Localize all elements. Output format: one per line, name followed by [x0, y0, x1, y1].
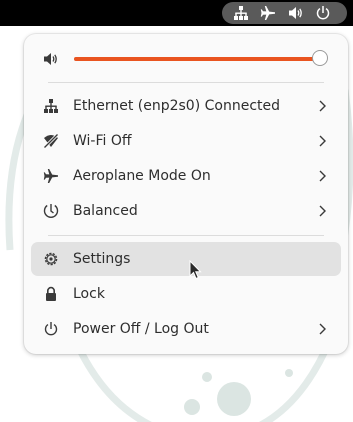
power-mode-item[interactable]: Balanced	[31, 194, 341, 228]
ethernet-item[interactable]: Ethernet (enp2s0) Connected	[31, 89, 341, 123]
chevron-right-icon	[317, 134, 327, 148]
volume-slider-fill	[74, 57, 320, 61]
power-icon	[315, 5, 331, 21]
mouse-cursor-icon	[189, 260, 202, 280]
system-tray-button[interactable]	[222, 2, 347, 24]
speaker-icon[interactable]	[43, 51, 59, 67]
lock-label: Lock	[73, 286, 105, 302]
wifi-off-icon	[43, 133, 59, 149]
settings-item[interactable]: Settings	[31, 242, 341, 276]
volume-slider-knob[interactable]	[312, 50, 328, 66]
ethernet-label: Ethernet (enp2s0) Connected	[73, 98, 280, 114]
chevron-right-icon	[317, 99, 327, 113]
wifi-label: Wi-Fi Off	[73, 133, 132, 149]
settings-label: Settings	[73, 251, 131, 267]
volume-row	[24, 42, 348, 76]
airplane-mode-icon	[260, 5, 276, 21]
power-off-item[interactable]: Power Off / Log Out	[31, 312, 341, 346]
airplane-icon	[43, 168, 59, 184]
lock-icon	[43, 286, 59, 302]
chevron-right-icon	[317, 204, 327, 218]
power-icon	[43, 321, 59, 337]
aeroplane-mode-label: Aeroplane Mode On	[73, 168, 211, 184]
power-mode-label: Balanced	[73, 203, 138, 219]
power-off-label: Power Off / Log Out	[73, 321, 209, 337]
network-wired-icon	[43, 98, 59, 114]
network-wired-icon	[233, 5, 249, 21]
chevron-right-icon	[317, 322, 327, 336]
aeroplane-mode-item[interactable]: Aeroplane Mode On	[31, 159, 341, 193]
chevron-right-icon	[317, 169, 327, 183]
quick-settings-menu: Ethernet (enp2s0) Connected Wi-Fi Off Ae…	[24, 34, 348, 354]
volume-slider[interactable]	[74, 50, 328, 66]
top-bar	[0, 0, 353, 26]
gear-icon	[43, 251, 59, 267]
separator	[48, 82, 324, 83]
wifi-item[interactable]: Wi-Fi Off	[31, 124, 341, 158]
lock-item[interactable]: Lock	[31, 277, 341, 311]
volume-icon	[288, 5, 304, 21]
power-profile-icon	[43, 203, 59, 219]
separator	[48, 235, 324, 236]
